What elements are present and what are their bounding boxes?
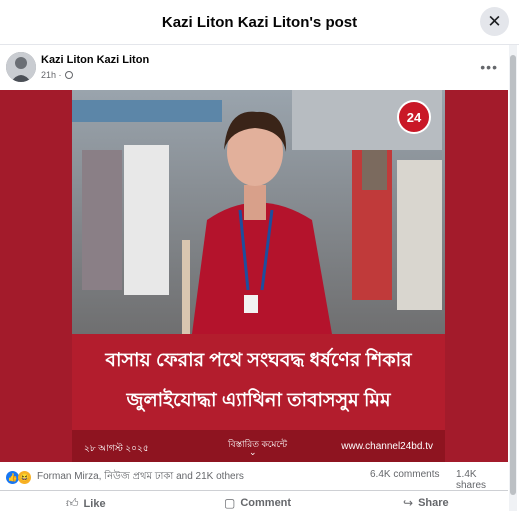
image-footer: ২৮ আগস্ট ২০২৫ বিস্তারিত কমেন্টে ⌄ www.ch… (72, 430, 445, 462)
comment-button[interactable]: ▢ Comment (224, 496, 291, 510)
dialog-title: Kazi Liton Kazi Liton's post (161, 13, 358, 31)
post-header: Kazi Liton Kazi Liton 21h · ••• (0, 45, 508, 90)
like-label: Like (83, 497, 106, 510)
dialog-header: Kazi Liton Kazi Liton's post ✕ (0, 0, 519, 45)
reaction-stats: 👍 😆 Forman Mirza, নিউজ প্রথম ঢাকা and 21… (0, 462, 508, 491)
close-icon: ✕ (487, 11, 502, 31)
thumbs-up-icon: 👍︎ (66, 496, 79, 510)
chevron-down-icon: ⌄ (249, 447, 257, 457)
headline-line-1: বাসায় ফেরার পথে সংঘবদ্ধ ধর্ষণের শিকার (105, 350, 412, 371)
share-label: Share (418, 497, 449, 509)
headline-banner: বাসায় ফেরার পথে সংঘবদ্ধ ধর্ষণের শিকার জ… (72, 334, 445, 430)
post-time[interactable]: 21h · (41, 70, 62, 80)
post-meta: 21h · (41, 70, 73, 80)
avatar[interactable] (6, 52, 36, 82)
headline-line-2: জুলাইযোদ্ধা এ্যাথিনা তাবাসসুম মিম (126, 390, 391, 411)
comment-label: Comment (240, 497, 292, 509)
media-frame: 24 বাসায় ফেরার পথে সংঘবদ্ধ ধর্ষণের শিকা… (0, 90, 508, 462)
reactions-summary[interactable]: 👍 😆 Forman Mirza, নিউজ প্রথম ঢাকা and 21… (6, 469, 244, 486)
haha-reaction-icon: 😆 (18, 471, 31, 484)
author-name[interactable]: Kazi Liton Kazi Liton (41, 54, 149, 66)
share-button[interactable]: ↪ Share (403, 496, 449, 510)
post-image[interactable]: 24 বাসায় ফেরার পথে সংঘবদ্ধ ধর্ষণের শিকা… (72, 90, 445, 462)
post-actions: 👍︎ Like ▢ Comment ↪ Share (0, 490, 508, 512)
like-button[interactable]: 👍︎ Like (66, 496, 106, 511)
reaction-names[interactable]: Forman Mirza, নিউজ প্রথম ঢাকা and 21K ot… (37, 469, 244, 486)
image-date: ২৮ আগস্ট ২০২৫ (84, 443, 149, 453)
channel-logo: 24 (397, 100, 431, 134)
share-icon: ↪ (403, 496, 414, 510)
details-text: বিস্তারিত কমেন্টে (228, 439, 288, 449)
more-options-button[interactable]: ••• (480, 59, 498, 75)
photo-scene (72, 90, 445, 334)
post-dialog: Kazi Liton Kazi Liton's post ✕ Kazi Lito… (0, 0, 519, 511)
comments-count[interactable]: 6.4K comments (370, 469, 439, 480)
comment-icon: ▢ (224, 496, 236, 510)
globe-icon (64, 71, 73, 79)
scrollbar-thumb[interactable] (510, 55, 516, 495)
site-url: www.channel24bd.tv (341, 441, 433, 452)
shares-count[interactable]: 1.4K shares (456, 469, 508, 491)
close-button[interactable]: ✕ (480, 7, 509, 36)
scrollbar[interactable] (509, 45, 517, 511)
